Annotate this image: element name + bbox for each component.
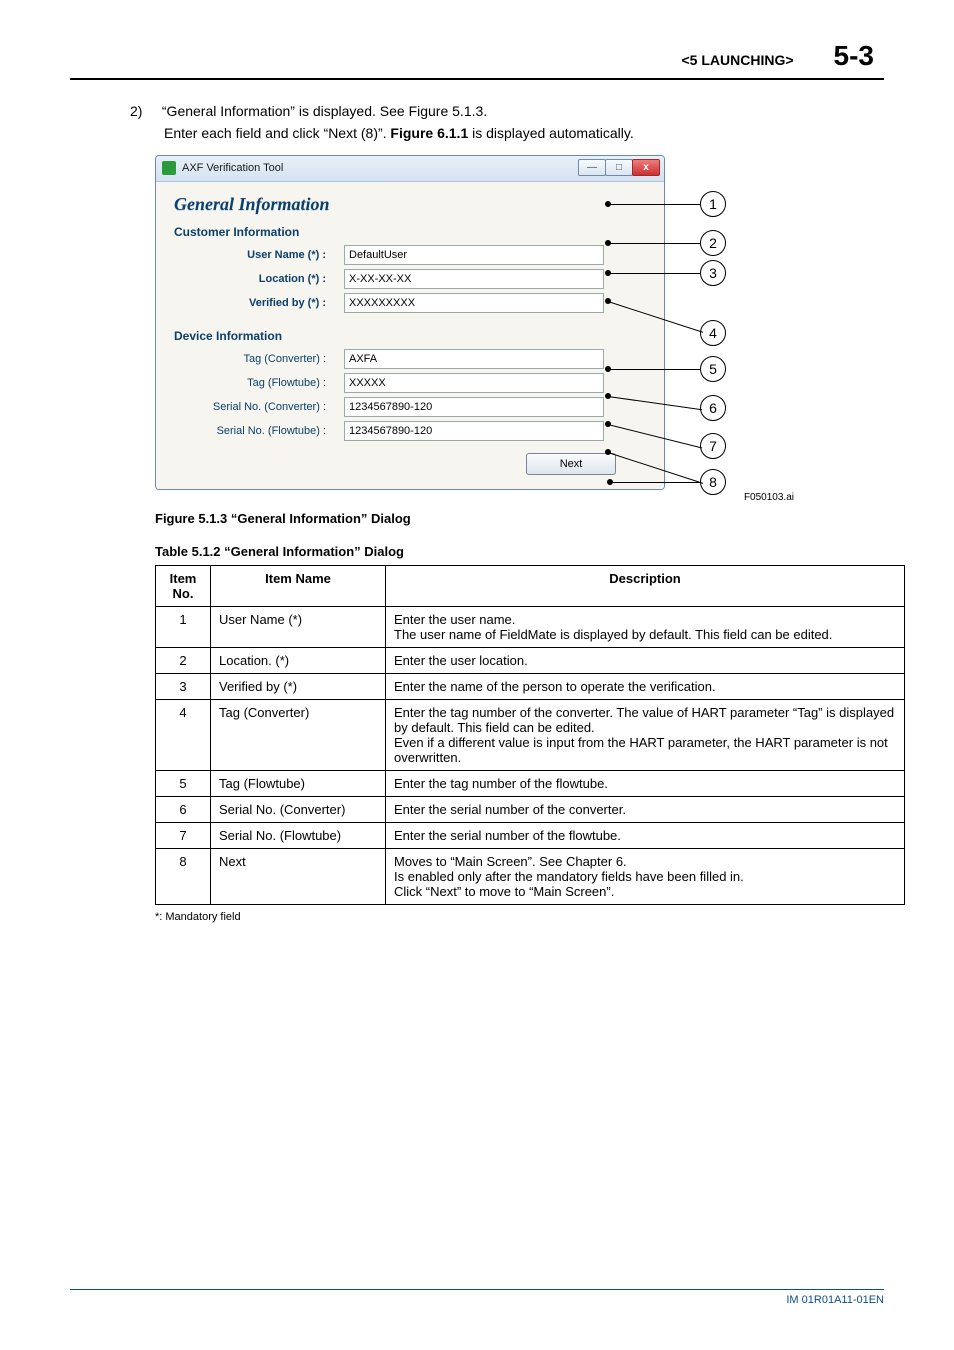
description-table: Item No. Item Name Description 1User Nam…: [155, 565, 905, 905]
label-tag-converter: Tag (Converter) :: [174, 353, 344, 365]
step-line: 2) “General Information” is displayed. S…: [130, 100, 884, 122]
cell-description: Enter the user location.: [386, 647, 905, 673]
input-tag-converter[interactable]: [344, 349, 604, 369]
input-tag-flowtube[interactable]: [344, 373, 604, 393]
lead-1: [608, 204, 700, 205]
dot-8a: [605, 449, 611, 455]
cell-item-no: 2: [156, 647, 211, 673]
cell-item-name: Tag (Converter): [211, 699, 386, 770]
step-subline: Enter each field and click “Next (8)”. F…: [164, 122, 884, 144]
label-user-name: User Name (*) :: [174, 249, 344, 261]
cell-item-no: 1: [156, 606, 211, 647]
section-customer: Customer Information: [174, 225, 646, 239]
callout-8: 8: [700, 469, 726, 495]
lead-5: [608, 369, 700, 370]
cell-item-no: 7: [156, 822, 211, 848]
page-number: 5-3: [834, 40, 874, 72]
dot-3: [605, 270, 611, 276]
figure-caption: Figure 5.1.3 “General Information” Dialo…: [155, 511, 884, 526]
cell-description: Enter the tag number of the converter. T…: [386, 699, 905, 770]
dot-8b: [607, 479, 613, 485]
footer-rule: [70, 1289, 884, 1290]
table-row: 4Tag (Converter)Enter the tag number of …: [156, 699, 905, 770]
callout-3: 3: [700, 260, 726, 286]
cell-item-no: 3: [156, 673, 211, 699]
dot-7: [605, 421, 611, 427]
th-item-name: Item Name: [211, 565, 386, 606]
input-sn-flowtube[interactable]: [344, 421, 604, 441]
table-row: 2Location. (*)Enter the user location.: [156, 647, 905, 673]
cell-description: Enter the user name. The user name of Fi…: [386, 606, 905, 647]
table-row: 8NextMoves to “Main Screen”. See Chapter…: [156, 848, 905, 904]
minimize-button[interactable]: —: [578, 159, 606, 176]
cell-description: Enter the name of the person to operate …: [386, 673, 905, 699]
label-tag-flowtube: Tag (Flowtube) :: [174, 377, 344, 389]
table-row: 3Verified by (*)Enter the name of the pe…: [156, 673, 905, 699]
table-row: 6Serial No. (Converter)Enter the serial …: [156, 796, 905, 822]
input-user-name[interactable]: [344, 245, 604, 265]
document-id: IM 01R01A11-01EN: [70, 1294, 884, 1306]
cell-item-name: Serial No. (Flowtube): [211, 822, 386, 848]
input-sn-converter[interactable]: [344, 397, 604, 417]
header-rule: [70, 78, 884, 80]
table-footnote: *: Mandatory field: [155, 911, 884, 923]
label-sn-flowtube: Serial No. (Flowtube) :: [174, 425, 344, 437]
cell-item-name: Next: [211, 848, 386, 904]
callout-1: 1: [700, 191, 726, 217]
table-row: 5Tag (Flowtube)Enter the tag number of t…: [156, 770, 905, 796]
th-description: Description: [386, 565, 905, 606]
dialog-window: AXF Verification Tool — □ x General Info…: [155, 155, 665, 490]
titlebar: AXF Verification Tool — □ x: [156, 156, 664, 182]
step-number: 2): [130, 100, 158, 122]
app-icon: [162, 161, 176, 175]
label-sn-converter: Serial No. (Converter) :: [174, 401, 344, 413]
input-verified-by[interactable]: [344, 293, 604, 313]
cell-item-no: 6: [156, 796, 211, 822]
cell-description: Enter the tag number of the flowtube.: [386, 770, 905, 796]
dot-1: [605, 201, 611, 207]
chapter-title: <5 LAUNCHING>: [682, 52, 794, 68]
step-text-a: “General Information” is displayed. See …: [162, 103, 487, 119]
cell-item-name: Tag (Flowtube): [211, 770, 386, 796]
th-item-no: Item No.: [156, 565, 211, 606]
cell-description: Enter the serial number of the flowtube.: [386, 822, 905, 848]
callout-7: 7: [700, 433, 726, 459]
cell-item-name: Serial No. (Converter): [211, 796, 386, 822]
callout-6: 6: [700, 395, 726, 421]
lead-8b: [610, 482, 700, 483]
callout-5: 5: [700, 356, 726, 382]
label-location: Location (*) :: [174, 273, 344, 285]
cell-item-no: 4: [156, 699, 211, 770]
dot-4: [605, 298, 611, 304]
table-caption: Table 5.1.2 “General Information” Dialog: [155, 544, 884, 559]
table-row: 1User Name (*)Enter the user name. The u…: [156, 606, 905, 647]
dot-6: [605, 393, 611, 399]
cell-item-no: 8: [156, 848, 211, 904]
callout-4: 4: [700, 320, 726, 346]
window-title: AXF Verification Tool: [182, 162, 283, 174]
section-device: Device Information: [174, 329, 646, 343]
lead-2: [608, 243, 700, 244]
input-location[interactable]: [344, 269, 604, 289]
lead-3: [608, 273, 700, 274]
callout-2: 2: [700, 230, 726, 256]
cell-item-no: 5: [156, 770, 211, 796]
cell-description: Enter the serial number of the converter…: [386, 796, 905, 822]
cell-item-name: Verified by (*): [211, 673, 386, 699]
cell-item-name: User Name (*): [211, 606, 386, 647]
dot-2: [605, 240, 611, 246]
maximize-button[interactable]: □: [605, 159, 633, 176]
close-button[interactable]: x: [632, 159, 660, 176]
cell-item-name: Location. (*): [211, 647, 386, 673]
table-row: 7Serial No. (Flowtube)Enter the serial n…: [156, 822, 905, 848]
label-verified-by: Verified by (*) :: [174, 297, 344, 309]
next-button[interactable]: Next: [526, 453, 616, 475]
figure-file-id: F050103.ai: [70, 492, 794, 503]
cell-description: Moves to “Main Screen”. See Chapter 6. I…: [386, 848, 905, 904]
dot-5: [605, 366, 611, 372]
dialog-heading: General Information: [174, 194, 646, 215]
